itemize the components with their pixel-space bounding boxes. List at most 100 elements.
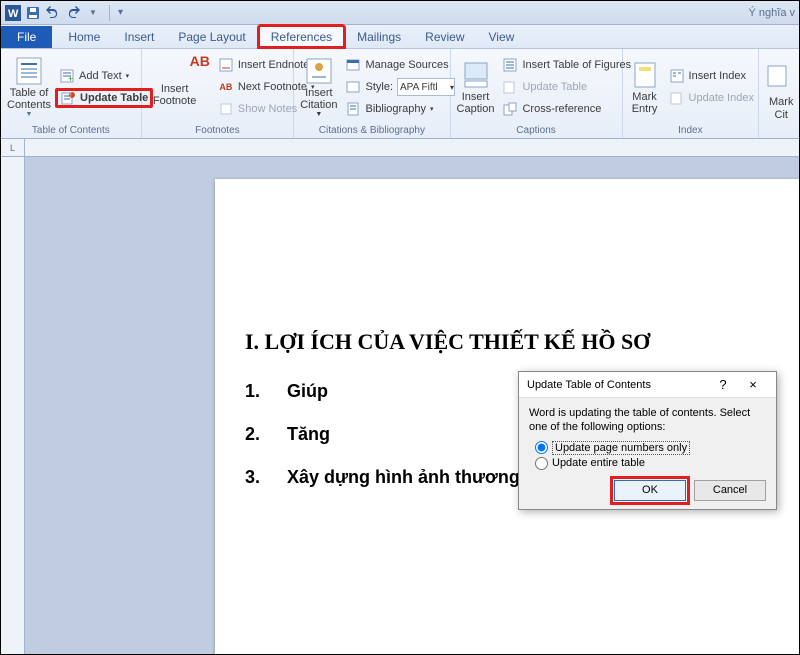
undo-icon[interactable] [45, 5, 61, 21]
cancel-button[interactable]: Cancel [694, 480, 766, 501]
ruler-corner: L [1, 139, 25, 157]
dialog-message: Word is updating the table of contents. … [529, 406, 766, 435]
vertical-ruler[interactable] [1, 157, 25, 654]
save-icon[interactable] [25, 5, 41, 21]
ok-button[interactable]: OK [614, 480, 686, 501]
update-table-icon: ! [60, 90, 76, 106]
option-label: Update entire table [552, 457, 645, 469]
group-citations: Insert Citation ▼ Manage Sources Style: … [294, 49, 450, 138]
cross-reference-button[interactable]: Cross-reference [498, 99, 635, 119]
titlebar: W ▼ ▾ Ý nghĩa v [1, 1, 799, 25]
quick-access-toolbar: W ▼ ▾ [5, 5, 123, 21]
group-table-of-contents: Table of Contents ▼ + Add Text ▾ ! Updat… [1, 49, 142, 138]
manage-sources-button[interactable]: Manage Sources [341, 55, 459, 75]
option-update-page-numbers[interactable]: Update page numbers only [535, 441, 766, 455]
tab-references[interactable]: References [258, 25, 345, 48]
insert-index-button[interactable]: Insert Index [665, 66, 758, 86]
endnote-icon [218, 57, 234, 73]
insert-tof-label: Insert Table of Figures [522, 59, 631, 71]
chevron-down-icon: ▾ [430, 105, 434, 113]
insert-index-label: Insert Index [689, 70, 746, 82]
captions-update-table-button: Update Table [498, 77, 635, 97]
show-notes-icon [218, 101, 234, 117]
insert-citation-button[interactable]: Insert Citation ▼ [300, 54, 337, 120]
toc-num: 2. [245, 424, 287, 445]
footnote-icon [159, 69, 191, 83]
ribbon: Table of Contents ▼ + Add Text ▾ ! Updat… [1, 49, 799, 139]
qat-separator [109, 5, 110, 21]
tab-view[interactable]: View [477, 26, 527, 48]
table-of-contents-button[interactable]: Table of Contents ▼ [7, 54, 51, 120]
next-footnote-icon: AB [218, 79, 234, 95]
group-index: Mark Entry Insert Index Update Index Ind… [623, 49, 760, 138]
insert-index-icon [669, 68, 685, 84]
manage-sources-label: Manage Sources [365, 59, 448, 71]
bibliography-icon [345, 101, 361, 117]
tab-insert[interactable]: Insert [112, 26, 166, 48]
toc-num: 1. [245, 381, 287, 402]
mark-citation-icon [765, 64, 797, 96]
radio-page-numbers[interactable] [535, 441, 548, 454]
update-index-icon [669, 90, 685, 106]
group-footnotes: AB Insert Footnote Insert Endnote AB Nex… [142, 49, 295, 138]
qat-dropdown-icon[interactable]: ▼ [85, 5, 101, 21]
toc-button-label: Table of Contents [7, 87, 51, 111]
style-select[interactable]: APA Fiftl ▾ [397, 78, 455, 96]
toc-icon [13, 55, 45, 87]
captions-update-table-label: Update Table [522, 81, 587, 93]
insert-caption-button[interactable]: Insert Caption [457, 54, 495, 120]
insert-footnote-button[interactable]: Insert Footnote [148, 55, 202, 121]
qat-more-icon[interactable]: ▾ [118, 7, 123, 18]
group-label-footnotes: Footnotes [148, 123, 288, 138]
mark-entry-icon [629, 59, 661, 91]
horizontal-ruler[interactable] [25, 139, 799, 157]
option-update-entire-table[interactable]: Update entire table [535, 457, 766, 470]
show-notes-label: Show Notes [238, 103, 297, 115]
mark-citation-button[interactable]: Mark Cit [765, 60, 797, 126]
dialog-body: Word is updating the table of contents. … [519, 398, 776, 509]
citation-style-row: Style: APA Fiftl ▾ [341, 77, 459, 97]
mark-citation-label: Mark Cit [769, 96, 793, 120]
group-label-index: Index [629, 123, 753, 138]
cross-reference-label: Cross-reference [522, 103, 601, 115]
mark-entry-label: Mark Entry [632, 91, 658, 115]
update-index-button: Update Index [665, 88, 758, 108]
style-value: APA Fiftl [400, 82, 438, 93]
update-toc-dialog: Update Table of Contents ? × Word is upd… [518, 371, 777, 510]
mark-entry-button[interactable]: Mark Entry [629, 54, 661, 120]
insert-tof-button[interactable]: Insert Table of Figures [498, 55, 635, 75]
toc-num: 3. [245, 467, 287, 488]
style-icon [345, 79, 361, 95]
insert-citation-label: Insert Citation [300, 87, 337, 111]
update-icon [502, 79, 518, 95]
add-text-button[interactable]: + Add Text ▾ [55, 66, 153, 86]
bibliography-button[interactable]: Bibliography ▾ [341, 99, 459, 119]
caption-icon [460, 59, 492, 91]
group-captions: Insert Caption Insert Table of Figures U… [451, 49, 623, 138]
tof-icon [502, 57, 518, 73]
tab-review[interactable]: Review [413, 26, 476, 48]
chevron-down-icon: ▼ [315, 111, 322, 119]
toc-text: Tăng [287, 424, 330, 445]
word-app-icon: W [5, 5, 21, 21]
radio-entire-table[interactable] [535, 457, 548, 470]
tab-file[interactable]: File [1, 26, 52, 48]
tab-mailings[interactable]: Mailings [345, 26, 413, 48]
tab-home[interactable]: Home [56, 26, 112, 48]
bibliography-label: Bibliography [365, 103, 426, 115]
insert-footnote-label: Insert Footnote [153, 83, 196, 107]
dialog-close-button[interactable]: × [738, 377, 768, 392]
ribbon-tabs: File Home Insert Page Layout References … [1, 25, 799, 49]
dialog-help-button[interactable]: ? [708, 377, 738, 392]
svg-text:+: + [68, 74, 73, 83]
group-label-captions: Captions [457, 123, 616, 138]
update-table-button[interactable]: ! Update Table [55, 88, 153, 108]
group-label-citations: Citations & Bibliography [300, 123, 443, 138]
window-title: Ý nghĩa v [749, 7, 795, 19]
tab-page-layout[interactable]: Page Layout [166, 26, 257, 48]
redo-icon[interactable] [65, 5, 81, 21]
group-label-toc: Table of Contents [7, 123, 135, 138]
svg-text:W: W [8, 8, 19, 20]
chevron-down-icon: ▼ [26, 111, 33, 119]
dialog-title: Update Table of Contents [527, 379, 651, 391]
